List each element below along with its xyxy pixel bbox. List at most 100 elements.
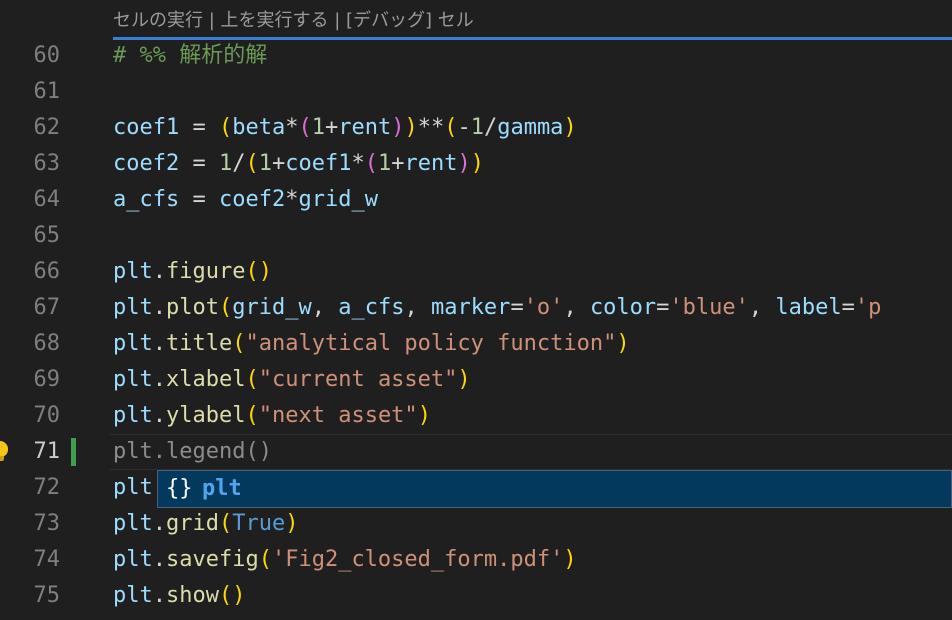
line-number: 60	[33, 43, 61, 68]
code-token: "analytical policy function"	[245, 331, 617, 356]
code-token: )	[391, 115, 405, 140]
code-token: .	[152, 331, 166, 356]
suggest-widget[interactable]: {} plt	[157, 470, 952, 508]
code-token: )	[457, 367, 471, 392]
code-token: (	[298, 115, 312, 140]
code-token: marker	[430, 295, 511, 320]
code-token: .	[152, 259, 166, 284]
code-token: "next asset"	[258, 403, 418, 428]
code-line[interactable]: 67 plt.plot(grid_w, a_cfs, marker='o', co…	[0, 290, 952, 326]
code-line[interactable]: 65	[0, 218, 952, 254]
code-token: .	[152, 403, 166, 428]
code-token: (	[218, 295, 233, 320]
line-code: plt.title("analytical policy function")	[113, 326, 630, 362]
code-token: savefig	[166, 547, 259, 572]
code-token: title	[166, 331, 233, 356]
code-token: =	[179, 151, 219, 176]
code-token: (	[218, 115, 233, 140]
line-number: 65	[33, 223, 61, 248]
code-token: .	[152, 547, 166, 572]
code-token: (	[245, 151, 259, 176]
code-line[interactable]: 75 plt.show()	[0, 578, 952, 614]
cell-codelens: セルの実行 | 上を実行する | [デバッグ] セル	[113, 8, 474, 34]
run-above-link[interactable]: 上を実行する	[221, 10, 329, 31]
code-line[interactable]: 63 coef2 = 1/(1+coef1*(1+rent))	[0, 146, 952, 182]
code-token: ()	[218, 583, 246, 608]
codelens-separator: |	[328, 10, 347, 31]
code-token: coef2	[218, 187, 286, 212]
run-cell-link[interactable]: セルの実行	[113, 10, 203, 31]
code-token: xlabel	[166, 367, 246, 392]
code-token: plt	[113, 295, 153, 320]
code-token: gamma	[497, 115, 564, 140]
code-line[interactable]: 70 plt.ylabel("next asset")	[0, 398, 952, 434]
suggest-item-label[interactable]: plt	[202, 471, 242, 507]
code-token: =	[179, 115, 219, 140]
code-line[interactable]: 69 plt.xlabel("current asset")	[0, 362, 952, 398]
code-token: # %% 解析的解	[113, 43, 268, 68]
code-line[interactable]: 62 coef1 = (beta*(1+rent))**(-1/gamma)	[0, 110, 952, 146]
gutter-modified-marker[interactable]	[71, 438, 76, 466]
code-token: .	[152, 295, 166, 320]
code-line[interactable]: 60 # %% 解析的解	[0, 38, 952, 74]
code-token: ,	[311, 295, 339, 320]
code-token: .	[152, 583, 166, 608]
editor-lines[interactable]: 60 # %% 解析的解 61 62 coef1 = (beta*(1+rent))**…	[0, 38, 952, 614]
line-number: 71	[33, 439, 61, 464]
code-token: )	[563, 115, 577, 140]
code-token: 1	[311, 115, 325, 140]
code-token: grid	[166, 511, 219, 536]
code-token: +	[271, 151, 286, 176]
code-token: plt	[113, 259, 153, 284]
code-line[interactable]: 68 plt.title("analytical policy function"…	[0, 326, 952, 362]
line-code: plt.savefig('Fig2_closed_form.pdf')	[113, 542, 577, 578]
line-number: 69	[33, 367, 61, 392]
debug-cell-link[interactable]: [デバッグ] セル	[346, 10, 474, 31]
code-token: (	[245, 403, 259, 428]
code-token: 1	[377, 151, 392, 176]
code-token: =	[510, 295, 524, 320]
code-token: ,	[404, 295, 431, 320]
code-token: rent	[338, 115, 392, 140]
code-token: beta	[232, 115, 286, 140]
code-token: )	[563, 547, 577, 572]
code-token: ()	[245, 259, 272, 284]
code-token: (	[218, 511, 233, 536]
line-number: 73	[33, 511, 61, 536]
line-number: 66	[33, 259, 61, 284]
code-token: -	[457, 115, 471, 140]
line-number: 63	[33, 151, 61, 176]
code-line[interactable]: 66 plt.figure()	[0, 254, 952, 290]
code-token: show	[166, 583, 219, 608]
code-token: ylabel	[166, 403, 246, 428]
code-token: plt	[113, 583, 153, 608]
line-number: 68	[33, 331, 61, 356]
code-token: /	[232, 151, 246, 176]
code-token: +	[391, 151, 405, 176]
code-line[interactable]: 74 plt.savefig('Fig2_closed_form.pdf')	[0, 542, 952, 578]
code-token: ,	[563, 295, 590, 320]
code-line[interactable]: 73 plt.grid(True)	[0, 506, 952, 542]
line-code: coef1 = (beta*(1+rent))**(-1/gamma)	[113, 110, 577, 146]
codelens-separator: |	[203, 10, 221, 31]
code-token: .	[152, 367, 166, 392]
code-line[interactable]: 61	[0, 74, 952, 110]
code-token: 'Fig2_closed_form.pdf'	[271, 547, 564, 572]
line-code: plt.figure()	[113, 254, 272, 290]
line-code: plt.show()	[113, 578, 245, 614]
code-token: 1	[218, 151, 233, 176]
code-token: figure	[166, 259, 246, 284]
code-token: (	[232, 331, 246, 356]
code-token: plt	[113, 475, 153, 500]
line-code: plt	[113, 470, 153, 506]
line-number: 74	[33, 547, 61, 572]
code-token: a_cfs	[113, 187, 180, 212]
code-line[interactable]: 71 plt.legend()	[0, 434, 952, 470]
code-line[interactable]: 64 a_cfs = coef2*grid_w	[0, 182, 952, 218]
line-code: coef2 = 1/(1+coef1*(1+rent))	[113, 146, 484, 182]
code-token: )	[470, 151, 484, 176]
line-code: plt.xlabel("current asset")	[113, 362, 471, 398]
code-token: **	[417, 115, 445, 140]
code-token: ,	[748, 295, 776, 320]
line-number: 70	[33, 403, 61, 428]
